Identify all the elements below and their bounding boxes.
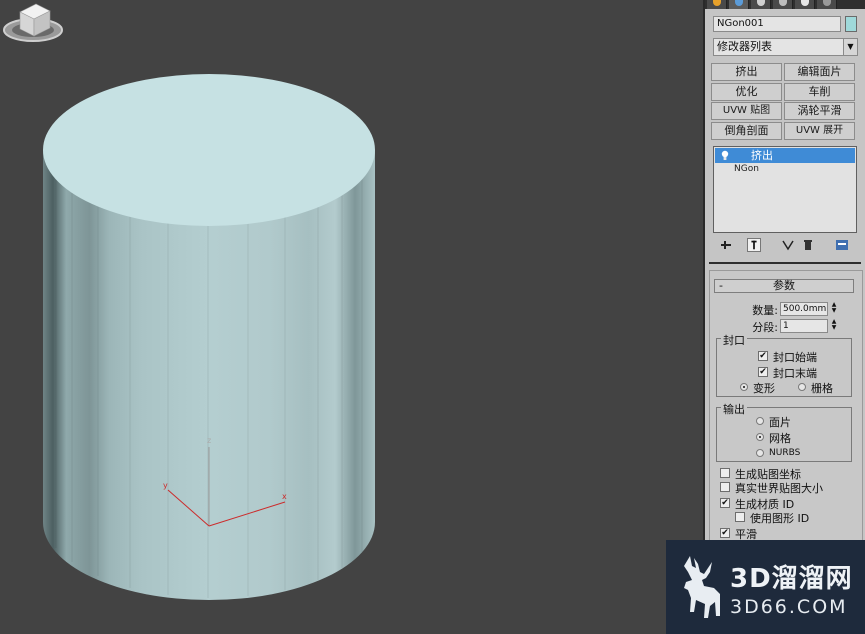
motion-icon <box>779 0 787 6</box>
cylinder-render: z y x <box>43 74 375 600</box>
tab-modify[interactable] <box>729 0 749 9</box>
segments-input[interactable]: 1 <box>780 319 828 333</box>
patch-label: 面片 <box>769 416 791 429</box>
modifier-list-dropdown[interactable]: 修改器列表 ▼ <box>713 38 858 56</box>
remove-modifier-icon[interactable] <box>801 238 815 252</box>
command-panel: NGon001 修改器列表 ▼ 挤出 编辑面片 优化 车削 UVW 贴图 涡轮平… <box>703 0 865 634</box>
nurbs-label: NURBS <box>769 448 801 458</box>
command-panel-tabs <box>705 0 865 9</box>
capping-group: 封口 ✔ 封口始端 ✔ 封口末端 变形 栅格 <box>716 332 852 397</box>
gen-material-ids-checkbox[interactable]: ✔ <box>720 498 730 508</box>
show-end-result-icon[interactable] <box>747 238 761 252</box>
segments-label: 分段: <box>752 321 778 334</box>
gen-map-coords-checkbox[interactable] <box>720 468 730 478</box>
modifier-list-label: 修改器列表 <box>717 40 772 53</box>
patch-radio[interactable] <box>756 417 764 425</box>
morph-label: 变形 <box>753 382 775 395</box>
output-group: 输出 面片 网格 NURBS <box>716 401 852 462</box>
morph-radio[interactable] <box>740 383 748 391</box>
deer-logo-icon <box>684 556 720 618</box>
chevron-down-icon: ▼ <box>843 39 857 55</box>
unwrap-uvw-modifier-button[interactable]: UVW 展开 <box>784 122 855 140</box>
watermark-url: 3D66.COM <box>730 596 848 618</box>
cap-end-checkbox[interactable]: ✔ <box>758 367 768 377</box>
divider <box>709 262 861 264</box>
display-icon <box>801 0 809 6</box>
extrude-modifier-button[interactable]: 挤出 <box>711 63 782 81</box>
mesh-radio[interactable] <box>756 433 764 441</box>
configure-modifier-sets-icon[interactable] <box>835 238 849 252</box>
watermark-3d66: 3D溜溜网 3D66.COM <box>666 540 865 634</box>
smooth-checkbox[interactable]: ✔ <box>720 528 730 538</box>
grid-label: 栅格 <box>811 382 833 395</box>
nurbs-radio[interactable] <box>756 449 764 457</box>
rollout-title: 参数 <box>773 279 795 292</box>
stack-toolbar <box>717 238 857 254</box>
watermark-title: 3D溜溜网 <box>730 564 853 594</box>
use-shape-ids-label: 使用图形 ID <box>750 512 810 525</box>
segments-spinner[interactable]: ▲ ▼ <box>830 319 838 333</box>
tab-motion[interactable] <box>773 0 793 9</box>
create-icon <box>713 0 721 6</box>
turbosmooth-modifier-button[interactable]: 涡轮平滑 <box>784 102 855 120</box>
object-color-swatch[interactable] <box>845 16 857 32</box>
output-group-title: 输出 <box>721 401 747 417</box>
stack-item-extrude[interactable]: 挤出 <box>715 148 855 163</box>
cap-start-label: 封口始端 <box>773 351 817 364</box>
tab-hierarchy[interactable] <box>751 0 771 9</box>
tab-display[interactable] <box>795 0 815 9</box>
axis-y-label: y <box>163 481 168 490</box>
real-world-map-size-checkbox[interactable] <box>720 482 730 492</box>
hierarchy-icon <box>757 0 765 6</box>
grid-radio[interactable] <box>798 383 806 391</box>
amount-spinner[interactable]: ▲ ▼ <box>830 302 838 316</box>
utilities-icon <box>823 0 831 6</box>
cap-start-checkbox[interactable]: ✔ <box>758 351 768 361</box>
mesh-label: 网格 <box>769 432 791 445</box>
bevel-profile-modifier-button[interactable]: 倒角剖面 <box>711 122 782 140</box>
tab-utilities[interactable] <box>817 0 837 9</box>
perspective-viewport[interactable]: z y x <box>0 0 703 634</box>
uvw-map-modifier-button[interactable]: UVW 贴图 <box>711 102 782 120</box>
modify-icon <box>735 0 743 6</box>
capping-group-title: 封口 <box>721 332 747 348</box>
real-world-map-size-label: 真实世界贴图大小 <box>735 482 823 495</box>
stack-item-label: 挤出 <box>751 149 773 162</box>
edit-patch-modifier-button[interactable]: 编辑面片 <box>784 63 855 81</box>
cap-end-label: 封口末端 <box>773 367 817 380</box>
modifier-stack[interactable]: 挤出 NGon <box>713 146 857 233</box>
lathe-modifier-button[interactable]: 车削 <box>784 83 855 101</box>
stack-item-ngon[interactable]: NGon <box>734 164 759 174</box>
axis-z-label: z <box>207 436 211 445</box>
amount-label: 数量: <box>752 304 778 317</box>
lightbulb-icon[interactable] <box>721 150 729 161</box>
pin-stack-icon[interactable] <box>719 238 733 252</box>
make-unique-icon[interactable] <box>781 238 795 252</box>
object-name-field[interactable]: NGon001 <box>713 16 841 32</box>
viewcube-icon[interactable] <box>0 0 66 50</box>
optimize-modifier-button[interactable]: 优化 <box>711 83 782 101</box>
parameters-rollout-header[interactable]: - 参数 <box>714 279 854 293</box>
axis-x-label: x <box>282 492 287 501</box>
tab-create[interactable] <box>707 0 727 9</box>
use-shape-ids-checkbox[interactable] <box>735 512 745 522</box>
amount-input[interactable]: 500.0mm <box>780 302 828 316</box>
